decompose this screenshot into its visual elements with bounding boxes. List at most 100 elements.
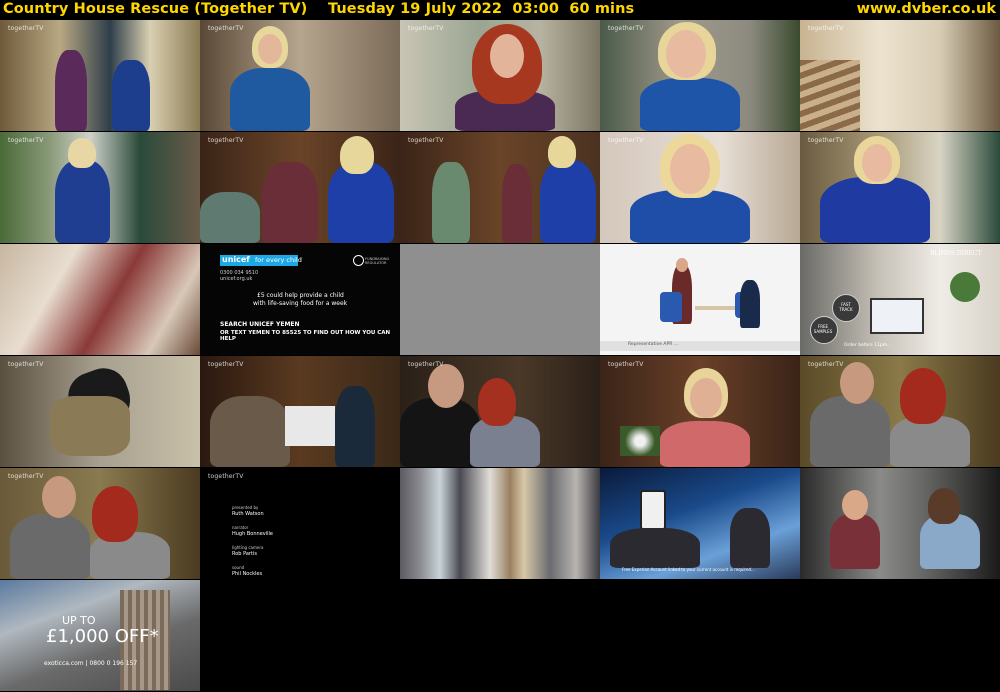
person-figure (112, 60, 150, 131)
unicef-line2: with life-saving food for a week (253, 300, 348, 307)
person-face (670, 144, 710, 194)
offer-web: exoticca.com | 0800 0 196 157 (44, 660, 138, 667)
staircase (800, 60, 860, 131)
person-face (862, 144, 892, 182)
channel-watermark: togetherTV (808, 137, 844, 144)
person-face (676, 258, 688, 272)
person-figure (610, 528, 700, 568)
person-figure (10, 514, 90, 579)
thumbnail-14[interactable]: Representative APR ... (600, 244, 800, 355)
regulator-logo (353, 255, 364, 266)
unicef-web: unicef.org.uk (220, 276, 253, 282)
office-chair (660, 292, 682, 322)
person-figure (502, 164, 532, 243)
thumbnail-19[interactable]: togetherTV (600, 356, 800, 467)
credit-role: sound (232, 565, 245, 570)
person-hair (68, 138, 96, 168)
credit-role: narrator (232, 525, 249, 530)
flowers (620, 426, 660, 456)
person-figure (210, 396, 290, 467)
unicef-tagline: for every child (255, 256, 302, 264)
credit-role: presented by (232, 505, 259, 510)
stone-hopper (50, 396, 130, 456)
credit-name: Rob Partis (232, 551, 257, 557)
person-hair (478, 378, 516, 426)
channel-watermark: togetherTV (8, 137, 44, 144)
thumbnail-26[interactable]: UP TO £1,000 OFF* exoticca.com | 0800 0 … (0, 580, 200, 691)
person-face (840, 362, 874, 404)
person-face (490, 34, 524, 78)
channel-watermark: togetherTV (208, 473, 244, 480)
thumbnail-2[interactable]: togetherTV (200, 20, 400, 131)
person-hair (92, 486, 138, 542)
credit-role: lighting camera (232, 545, 264, 550)
unicef-line1: £5 could help provide a child (257, 292, 344, 299)
person-hair (928, 488, 960, 524)
site-link[interactable]: www.dvber.co.uk (857, 1, 996, 17)
person-figure (55, 50, 87, 131)
thumbnail-11[interactable] (0, 244, 200, 355)
person-figure (230, 68, 310, 131)
person-figure (830, 514, 880, 569)
channel-watermark: togetherTV (208, 137, 244, 144)
person-face (842, 490, 868, 520)
person-face (258, 34, 282, 64)
plant (950, 272, 980, 302)
unicef-cta-1: SEARCH UNICEF YEMEN (220, 321, 300, 328)
thumbnail-22[interactable]: togetherTV presented by Ruth Watson narr… (200, 468, 400, 579)
thumbnail-15[interactable]: BLINDS DIRECT FAST TRACK FREE SAMPLES Or… (800, 244, 1000, 355)
thumbnail-17[interactable]: togetherTV (200, 356, 400, 467)
credit-name: Hugh Bonneville (232, 531, 273, 537)
person-face (666, 30, 706, 78)
office-caption: Representative APR ... (628, 342, 679, 347)
offer-line-2: £1,000 OFF* (46, 626, 159, 647)
regulator-text: FUNDRAISING REGULATOR (365, 257, 390, 265)
channel-watermark: togetherTV (8, 25, 44, 32)
person-hair (548, 136, 576, 168)
thumbnail-10[interactable]: togetherTV (800, 132, 1000, 243)
experian-caption: Free Experian Account linked to your cur… (622, 567, 755, 572)
thumbnail-21[interactable]: togetherTV (0, 468, 200, 579)
thumbnail-9[interactable]: togetherTV (600, 132, 800, 243)
credit-name: Ruth Watson (232, 511, 264, 517)
channel-watermark: togetherTV (608, 25, 644, 32)
thumbnail-16[interactable]: togetherTV (0, 356, 200, 467)
person-figure (730, 508, 770, 568)
thumbnail-13[interactable] (400, 244, 600, 355)
thumbnail-1[interactable]: togetherTV (0, 20, 200, 131)
person-figure (328, 162, 394, 243)
channel-watermark: togetherTV (208, 25, 244, 32)
person-face (690, 378, 722, 418)
programme-title: Country House Rescue (Together TV) Tuesd… (3, 1, 635, 17)
blinds-caption: Order before 11pm... (844, 343, 892, 348)
channel-watermark: togetherTV (408, 25, 444, 32)
blinds-brand: BLINDS DIRECT (930, 250, 982, 257)
channel-watermark: togetherTV (808, 25, 844, 32)
thumbnail-18[interactable]: togetherTV (400, 356, 600, 467)
channel-watermark: togetherTV (608, 137, 644, 144)
person-face (428, 364, 464, 408)
channel-watermark: togetherTV (8, 361, 44, 368)
person-figure (640, 78, 740, 131)
thumbnail-24[interactable]: Free Experian Account linked to your cur… (600, 468, 800, 579)
thumbnail-7[interactable]: togetherTV (200, 132, 400, 243)
laptop (870, 298, 924, 334)
thumbnail-12[interactable]: unicef for every child 0300 034 9510 uni… (200, 244, 400, 355)
thumbnail-23[interactable] (400, 468, 600, 579)
thumbnail-20[interactable]: togetherTV (800, 356, 1000, 467)
credit-name: Phil Nockles (232, 571, 263, 577)
thumbnail-5[interactable]: togetherTV (800, 20, 1000, 131)
thumbnail-4[interactable]: togetherTV (600, 20, 800, 131)
thumbnail-25[interactable] (800, 468, 1000, 579)
thumbnail-3[interactable]: togetherTV (400, 20, 600, 131)
thumbnail-8[interactable]: togetherTV (400, 132, 600, 243)
person-figure (55, 160, 110, 243)
person-hair (900, 368, 946, 424)
person-figure (540, 160, 596, 243)
person-hair (340, 136, 374, 174)
person-figure (820, 177, 930, 243)
thumbnail-6[interactable]: togetherTV (0, 132, 200, 243)
person-figure (810, 396, 890, 467)
badge-free-samples: FREE SAMPLES (813, 324, 833, 334)
badge-fast-track: FAST TRACK (839, 302, 853, 312)
